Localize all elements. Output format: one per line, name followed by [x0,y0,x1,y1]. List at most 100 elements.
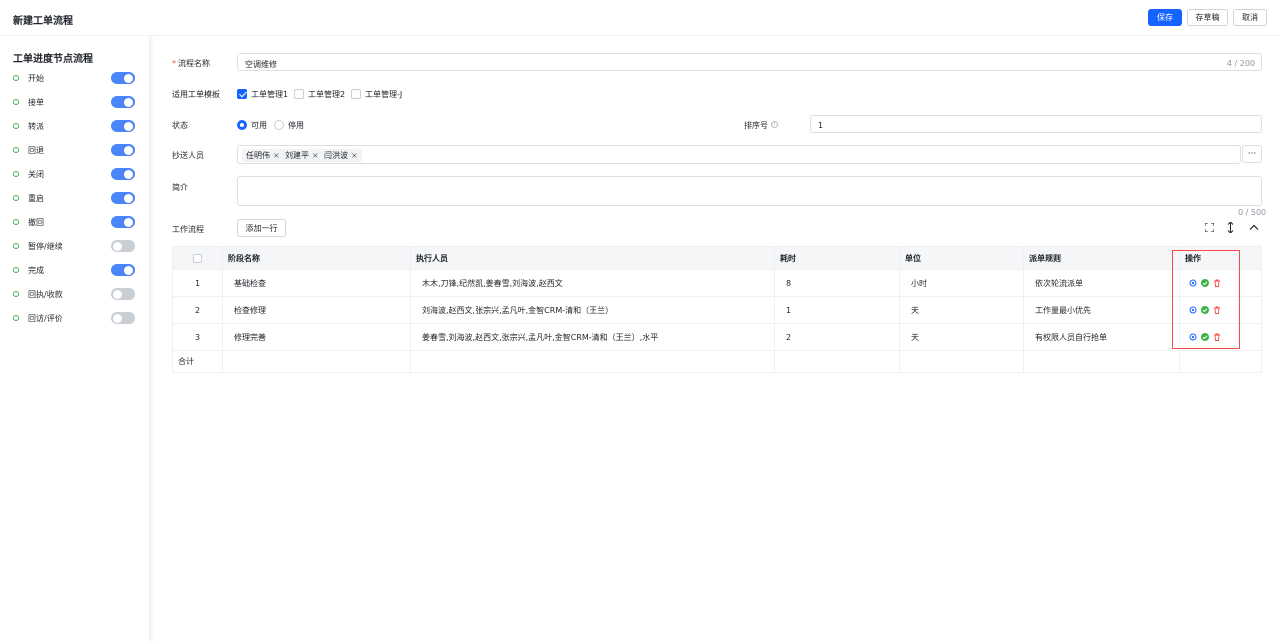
node-toggle-switch[interactable] [111,240,135,252]
cc-tag: 刘建平 × [281,149,323,162]
total-cell [1180,351,1261,372]
node-toggle-switch[interactable] [111,144,135,156]
collapse-icon[interactable] [1249,224,1259,230]
cc-people-field[interactable]: 任明伟 × 刘建平 × 闫洪波 × [237,145,1241,164]
intro-textarea[interactable] [237,176,1262,206]
template-label: 适用工单模板 [172,90,220,99]
table-row: 2 检查修理 刘海波,赵西文,张宗兴,孟凡叶,金智CRM-清和（王兰） 1 天 工作量最小… [173,297,1261,324]
toggle-knob [124,121,133,131]
save-button[interactable]: 保存 [1148,9,1182,26]
node-toggle-switch[interactable] [111,120,135,132]
total-cell [223,351,411,372]
row-number-cell: 2 [173,297,223,323]
template-option-1[interactable]: 工单管理1 [251,89,288,100]
sidebar-node-item: 暂停/继续 [0,238,150,254]
node-label: 撤回 [28,217,44,227]
sidebar: 工单进度节点流程 开始 接单 转派 回退 关闭 重启 撤回 暂停/继续 完成 回执/收款 回访/评价 [0,36,150,641]
more-options-button[interactable]: ··· [1242,145,1262,163]
total-cell [900,351,1024,372]
total-cell [775,351,900,372]
remove-tag-icon[interactable]: × [273,151,280,160]
node-toggle-switch[interactable] [111,96,135,108]
cc-tag: 任明伟 × [242,149,284,162]
template-checkbox-3[interactable] [351,89,361,99]
sidebar-node-item: 接单 [0,94,150,110]
toggle-knob [124,169,133,179]
toggle-knob [124,217,133,227]
name-label: * 流程名称 [172,58,210,69]
col-header-rule: 派单规则 [1024,247,1180,269]
remove-tag-icon[interactable]: × [351,151,358,160]
node-dot-icon [13,123,19,129]
node-toggle-switch[interactable] [111,288,135,300]
row-number-cell: 1 [173,270,223,296]
col-header-staff-text: 执行人员 [416,253,448,263]
node-label: 回退 [28,145,44,155]
sidebar-node-item: 撤回 [0,214,150,230]
node-toggle-switch[interactable] [111,168,135,180]
toggle-knob [124,265,133,275]
col-header-unit: 单位 [900,247,1024,269]
intro-char-count: 0 / 500 [1238,208,1267,217]
status-option-available[interactable]: 可用 [251,120,267,131]
node-toggle-switch[interactable] [111,312,135,324]
sort-input[interactable]: 1 [810,115,1262,133]
node-label: 回执/收款 [28,289,63,299]
status-radio-disabled[interactable] [274,120,284,130]
sidebar-node-item: 重启 [0,190,150,206]
template-checkbox-2[interactable] [294,89,304,99]
template-option-2[interactable]: 工单管理2 [308,89,345,100]
name-input[interactable]: 空调维修 4 / 200 [237,53,1262,71]
workflow-table: 阶段名称 执行人员 耗时 单位 派单规则 操作 1 基础检查 木木,刀锋,纪然凯,姜… [172,246,1262,373]
sidebar-node-item: 完成 [0,262,150,278]
header-bar: 新建工单流程 保存 存草稿 取消 [0,0,1280,36]
node-dot-icon [13,99,19,105]
row-number: 3 [194,332,201,342]
time-value: 2 [786,332,792,342]
status-radio-available[interactable] [237,120,247,130]
template-option-3[interactable]: 工单管理-J [365,89,402,100]
actions-highlight-box [1172,250,1240,349]
stage-cell: 基础检查 [223,270,411,296]
node-label: 接单 [28,97,44,107]
name-input-value: 空调维修 [245,60,277,69]
table-header-row: 阶段名称 执行人员 耗时 单位 派单规则 操作 [173,247,1261,270]
table-row: 3 修理完善 姜春雪,刘海波,赵西文,张宗兴,孟凡叶,金智CRM-清和（王兰）,水平… [173,324,1261,351]
col-header-rule-text: 派单规则 [1029,253,1061,263]
remove-tag-icon[interactable]: × [312,151,319,160]
toggle-knob [124,193,133,203]
node-toggle-switch[interactable] [111,264,135,276]
rule-value: 有权限人员自行抢单 [1035,332,1107,342]
add-row-button[interactable]: 添加一行 [237,219,286,237]
template-checkbox-1[interactable] [237,89,247,99]
node-dot-icon [13,195,19,201]
stage-name: 修理完善 [234,332,266,342]
node-label: 关闭 [28,169,44,179]
rule-cell: 工作量最小优先 [1024,297,1180,323]
column-height-icon[interactable] [1227,222,1234,233]
col-header-stage-text: 阶段名称 [228,253,260,263]
node-toggle-switch[interactable] [111,72,135,84]
toggle-knob [113,241,122,251]
cc-tag-label: 闫洪波 [324,151,348,160]
sidebar-divider [150,36,154,641]
cancel-button[interactable]: 取消 [1233,9,1267,26]
node-toggle-switch[interactable] [111,216,135,228]
required-mark: * [172,59,176,68]
select-all-checkbox[interactable] [193,253,202,263]
cc-tag-label: 刘建平 [285,151,309,160]
save-draft-button[interactable]: 存草稿 [1187,9,1228,26]
staff-cell: 刘海波,赵西文,张宗兴,孟凡叶,金智CRM-清和（王兰） [411,297,775,323]
fullscreen-icon[interactable] [1205,223,1214,232]
sidebar-node-item: 回退 [0,142,150,158]
status-option-disabled[interactable]: 停用 [288,120,304,131]
node-label: 回访/评价 [28,313,63,323]
stage-name: 检查修理 [234,305,266,315]
time-cell: 2 [775,324,900,350]
time-value: 8 [786,278,792,288]
table-row: 1 基础检查 木木,刀锋,纪然凯,姜春雪,刘海波,赵西文 8 小时 依次轮流派单 [173,270,1261,297]
total-label: 合计 [178,357,194,366]
toggle-knob [124,73,133,83]
node-toggle-switch[interactable] [111,192,135,204]
unit-cell: 天 [900,324,1024,350]
